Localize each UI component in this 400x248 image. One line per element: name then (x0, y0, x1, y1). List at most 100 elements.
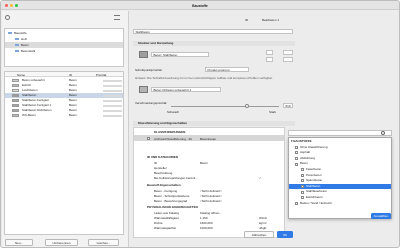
material-swatch (12, 94, 19, 97)
tree-item-betonstahl[interactable]: Betonstahl (5, 48, 123, 54)
ids-label: Beschreibung (154, 171, 173, 175)
phys-label: Wärmeleitfähigkeit (154, 216, 179, 220)
dropdown-item-label: Beton (300, 161, 308, 166)
intersection-select[interactable]: Projekt ursprung (205, 67, 249, 72)
folder-icon (15, 49, 19, 52)
item-icon (295, 145, 298, 149)
priority-bar (103, 109, 122, 112)
surface-select[interactable]: Beton Ortbeton unbewehrt 1 (151, 87, 221, 92)
list-header: Name ID Priorität (5, 72, 123, 77)
dropdown-item-label: BAUSTOFFE (293, 139, 312, 143)
section-classification[interactable]: Klassifizierung und Eigenschaften (133, 121, 295, 126)
classification-search-input[interactable] (288, 130, 392, 136)
catalog-link[interactable]: Katalog öffnen... (200, 211, 222, 215)
dropdown-item-label: Porenbeton (306, 172, 322, 177)
list-row[interactable]: WU-Beton Beton (5, 113, 123, 118)
priority-slider[interactable] (171, 106, 279, 107)
folder-icon (8, 31, 12, 34)
hint-text: Hinweis: Die Schraffurzuordnung ist nur … (135, 76, 273, 80)
priority-slider-handle[interactable] (245, 104, 249, 108)
dropdown-item-label: Asphalt (300, 150, 311, 155)
cancel-button[interactable]: Abbrechen (244, 231, 274, 238)
rename-button[interactable]: Umbenennen (45, 239, 78, 246)
classification-value: Betontresen (200, 136, 217, 141)
search-icon[interactable] (5, 15, 10, 20)
tree-item-label: Betonstahl (21, 49, 36, 53)
priority-bar (103, 79, 122, 82)
id-label: ID (245, 18, 248, 22)
surface-preview-icon (139, 86, 148, 93)
search-icon (381, 131, 385, 135)
priority-bar (103, 99, 122, 102)
item-icon (301, 185, 304, 189)
ids-label: Bei Kollisionsprüfungen berück... (154, 176, 198, 180)
priority-bar (103, 104, 122, 107)
row-id: Beton (69, 113, 77, 117)
phys-value[interactable]: 1,150 (200, 216, 208, 220)
props-value: <Nicht definiert> (200, 189, 222, 193)
pen-field-4[interactable] (283, 57, 293, 62)
left-panel: Baustoffe Holz Beton Betonstahl Name ID … (2, 11, 129, 247)
classification-checkbox[interactable] (147, 136, 150, 140)
priority-bar (103, 89, 122, 92)
delete-button[interactable]: Löschen... (88, 239, 119, 246)
item-icon (295, 162, 298, 166)
dropdown-item-label: Boden / Sand / Erdreich (300, 200, 332, 205)
material-swatch (12, 84, 19, 87)
item-icon (301, 196, 304, 200)
props-label: Beton - Schnittpunktebene (154, 194, 190, 198)
folder-icon (15, 43, 19, 46)
material-swatch (12, 79, 19, 82)
pen-field-1[interactable] (266, 50, 273, 55)
phys-label: Dichte (154, 221, 163, 225)
dropdown-item-label: Abdichtung (300, 155, 316, 160)
ids-value: Beton (200, 161, 208, 165)
item-icon (295, 201, 298, 205)
category-tree: Baustoffe Holz Beton Betonstahl (4, 28, 124, 67)
classification-header: KLASSIFIZIERUNGEN (154, 130, 186, 134)
phys-label: Laden aus Katalog (154, 211, 180, 215)
item-icon (295, 157, 298, 161)
section-structure[interactable]: Struktur und Darstellung (133, 41, 295, 46)
material-swatch (12, 89, 19, 92)
title-bar: Baustoffe (1, 1, 399, 10)
item-icon (301, 179, 304, 183)
material-select[interactable]: Beton, Stahlbeton (151, 52, 209, 57)
priority-bar (103, 84, 122, 87)
props-value: <Nicht definiert> (200, 194, 222, 198)
dropdown-item-label: Spannbeton (306, 178, 323, 183)
view-list-icon[interactable] (114, 15, 120, 20)
dropdown-item[interactable]: Boden / Sand / Erdreich (289, 201, 391, 207)
material-swatch (12, 104, 19, 107)
classification-label: Archicad Klassifizierung - 26 (154, 136, 192, 141)
item-icon (301, 168, 304, 172)
new-button[interactable]: Neu... (5, 239, 33, 246)
weak-label: Schwach (167, 110, 180, 114)
phys-value[interactable]: 1600,000 (200, 221, 213, 225)
classification-dropdown: ▾ BAUSTOFFE Ohne Klassifizierung Asphalt… (288, 137, 392, 219)
classification-row[interactable]: Archicad Klassifizierung - 26 Betontrese… (134, 135, 284, 141)
phys-unit: J/kgK (259, 226, 267, 230)
column-id[interactable]: ID (69, 73, 72, 77)
column-priority[interactable]: Priorität (96, 73, 106, 77)
ok-button[interactable]: OK (277, 231, 293, 238)
select-button[interactable]: Auswählen (371, 213, 391, 219)
window-title: Baustoffe (192, 3, 208, 8)
dropdown-item-label: Stahlfaserbeton (306, 189, 328, 194)
item-icon (301, 173, 304, 177)
column-name[interactable]: Name (17, 73, 25, 77)
material-list: Name ID Priorität Beton unbewehrt Beton E… (4, 71, 124, 235)
folder-icon (15, 37, 19, 40)
props-label: Beton - Bewehrungsgrad (154, 199, 188, 203)
name-field[interactable]: Stahlbeton (133, 29, 293, 34)
priority-value[interactable]: 610 (283, 103, 293, 108)
pen-field-3[interactable] (283, 50, 293, 55)
phys-value[interactable]: 1000,000 (200, 226, 213, 230)
dropdown-item-label: Faserbeton (306, 167, 322, 171)
priority-bar (103, 114, 122, 117)
dropdown-item-label: Estrichbeton (306, 195, 323, 199)
collision-checkbox[interactable]: ✓ (259, 176, 262, 180)
phys-label: Wärmekapazität (154, 226, 176, 230)
pen-field-2[interactable] (266, 57, 273, 62)
props-header: Baustoff-Eigenschaften (147, 183, 181, 187)
